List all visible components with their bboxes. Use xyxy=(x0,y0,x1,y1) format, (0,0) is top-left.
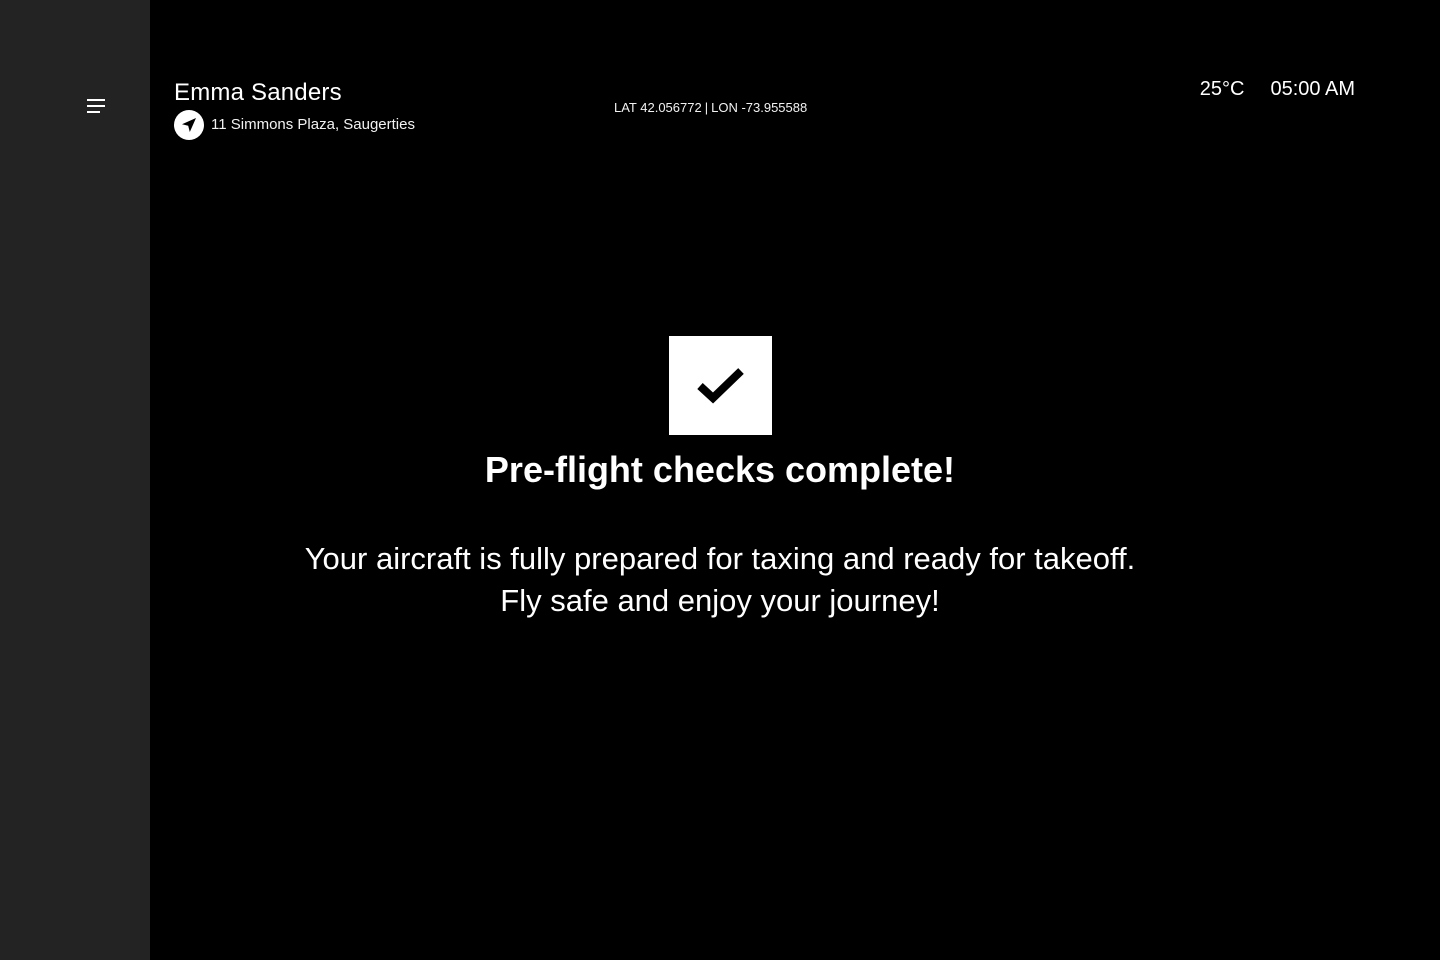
longitude: LON -73.955588 xyxy=(711,100,808,115)
message-line-2: Fly safe and enjoy your journey! xyxy=(500,583,940,618)
completion-headline: Pre-flight checks complete! xyxy=(484,449,956,490)
coordinates-separator: | xyxy=(704,100,709,115)
sidebar xyxy=(0,0,150,960)
user-info: Emma Sanders 11 Simmons Plaza, Saugertie… xyxy=(174,78,415,140)
navigation-arrow-icon xyxy=(174,110,204,140)
temperature: 25°C xyxy=(1199,78,1245,100)
success-badge xyxy=(669,336,772,435)
status-bar: 25°C 05:00 AM xyxy=(1200,76,1355,102)
message-line-1: Your aircraft is fully prepared for taxi… xyxy=(304,541,1136,576)
checkmark-icon xyxy=(696,367,744,403)
clock-time: 05:00 AM xyxy=(1270,78,1355,100)
main-panel: Emma Sanders 11 Simmons Plaza, Saugertie… xyxy=(150,0,1440,960)
address-text: 11 Simmons Plaza, Saugerties xyxy=(211,116,415,133)
menu-button[interactable] xyxy=(80,92,112,122)
user-name: Emma Sanders xyxy=(174,79,342,106)
address-row: 11 Simmons Plaza, Saugerties xyxy=(174,110,415,140)
menu-icon xyxy=(87,99,105,113)
app-window: Emma Sanders 11 Simmons Plaza, Saugertie… xyxy=(0,0,1440,960)
coordinates-readout: LAT 42.056772 | LON -73.955588 xyxy=(614,99,807,117)
latitude: LAT 42.056772 xyxy=(614,100,702,115)
completion-message: Your aircraft is fully prepared for taxi… xyxy=(150,538,1290,622)
